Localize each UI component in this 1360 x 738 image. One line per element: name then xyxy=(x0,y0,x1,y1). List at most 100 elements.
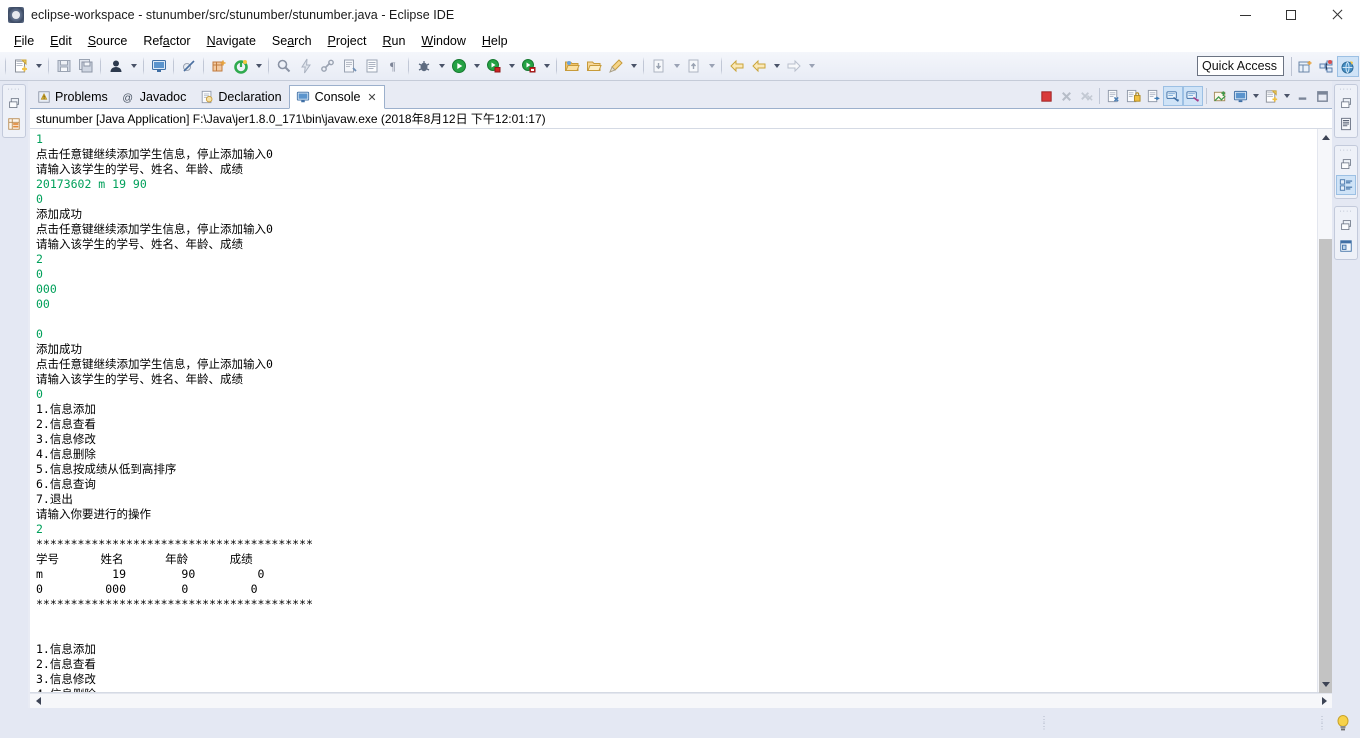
link-icon[interactable] xyxy=(317,55,339,77)
run-coverage-dropdown-icon[interactable] xyxy=(505,55,518,77)
clear-console-icon[interactable] xyxy=(1103,86,1123,106)
save-all-icon[interactable] xyxy=(75,55,97,77)
remove-launch-icon[interactable] xyxy=(1056,86,1076,106)
display-selected-console-icon[interactable] xyxy=(1230,86,1250,106)
console-vertical-scrollbar[interactable] xyxy=(1317,129,1333,719)
scroll-up-arrow-icon[interactable] xyxy=(1318,129,1333,145)
templates-icon[interactable] xyxy=(1336,236,1356,256)
minimize-button[interactable] xyxy=(1222,0,1268,30)
debug-icon[interactable] xyxy=(413,55,435,77)
show-console-on-output-icon[interactable] xyxy=(1163,86,1183,106)
console-line: 请输入该学生的学号、姓名、年龄、成绩 xyxy=(36,162,243,176)
run-dropdown-icon[interactable] xyxy=(470,55,483,77)
toggle-mark-occurrences-icon[interactable] xyxy=(361,55,383,77)
outline-minimized[interactable]: ···· xyxy=(1334,84,1358,138)
close-button[interactable] xyxy=(1314,0,1360,30)
profile-icon[interactable] xyxy=(518,55,540,77)
java-ee-perspective-icon[interactable] xyxy=(1337,56,1359,77)
external-tools-icon[interactable] xyxy=(339,55,361,77)
menu-refactor[interactable]: Refactor xyxy=(135,32,198,50)
export-dropdown-icon[interactable] xyxy=(705,55,718,77)
back-dropdown-icon[interactable] xyxy=(770,55,783,77)
task-list-icon[interactable] xyxy=(1336,175,1356,195)
menu-navigate[interactable]: Navigate xyxy=(199,32,264,50)
console-view-icon[interactable] xyxy=(148,55,170,77)
menu-run[interactable]: Run xyxy=(374,32,413,50)
back-arrow-icon[interactable] xyxy=(726,55,748,77)
search-icon[interactable] xyxy=(273,55,295,77)
templates-minimized[interactable]: ···· xyxy=(1334,206,1358,260)
package-explorer-minimized[interactable]: ···· xyxy=(2,84,26,138)
pilcrow-icon[interactable]: ¶ xyxy=(383,55,405,77)
menu-edit[interactable]: Edit xyxy=(42,32,80,50)
tab-javadoc[interactable]: @ Javadoc xyxy=(115,85,194,108)
menu-project[interactable]: Project xyxy=(320,32,375,50)
scroll-left-arrow-icon[interactable] xyxy=(30,694,46,709)
open-folder-icon[interactable] xyxy=(561,55,583,77)
close-icon[interactable]: ✕ xyxy=(366,91,377,104)
debug-dropdown-icon[interactable] xyxy=(435,55,448,77)
menu-source[interactable]: Source xyxy=(80,32,136,50)
open-console-icon[interactable] xyxy=(1261,86,1281,106)
lightbulb-icon[interactable] xyxy=(1334,713,1352,733)
console-text[interactable]: 1 点击任意键继续添加学生信息，停止添加输入0 请输入该学生的学号、姓名、年龄、成绩… xyxy=(30,129,1317,692)
person-icon[interactable] xyxy=(105,55,127,77)
person-dropdown-icon[interactable] xyxy=(127,55,140,77)
paintbrush-dropdown-icon[interactable] xyxy=(627,55,640,77)
task-list-minimized[interactable]: ···· xyxy=(1334,145,1358,199)
lightning-icon[interactable] xyxy=(295,55,317,77)
open-console-dropdown-icon[interactable] xyxy=(1281,86,1292,106)
forward-arrow-icon[interactable] xyxy=(783,55,805,77)
show-console-on-error-icon[interactable] xyxy=(1183,86,1203,106)
toolbar-separator xyxy=(556,57,558,75)
coverage-dropdown-icon[interactable] xyxy=(252,55,265,77)
maximize-icon[interactable] xyxy=(1312,86,1332,106)
menu-help[interactable]: Help xyxy=(474,32,516,50)
quick-access-input[interactable]: Quick Access xyxy=(1197,56,1284,76)
skip-breakpoints-icon[interactable] xyxy=(178,55,200,77)
toolbar-separator xyxy=(721,57,723,75)
import-dropdown-icon[interactable] xyxy=(670,55,683,77)
open-perspective-icon[interactable] xyxy=(1294,56,1316,77)
remove-all-terminated-icon[interactable] xyxy=(1076,86,1096,106)
terminate-icon[interactable] xyxy=(1036,86,1056,106)
scroll-down-arrow-icon[interactable] xyxy=(1318,676,1333,692)
folder-icon[interactable] xyxy=(583,55,605,77)
java-perspective-icon[interactable] xyxy=(1315,56,1337,77)
tab-console[interactable]: Console ✕ xyxy=(288,85,386,109)
restore-icon[interactable] xyxy=(1336,215,1356,235)
run-coverage-icon[interactable] xyxy=(483,55,505,77)
previous-arrow-icon[interactable] xyxy=(748,55,770,77)
maximize-button[interactable] xyxy=(1268,0,1314,30)
tab-declaration[interactable]: Declaration xyxy=(193,85,288,108)
restore-icon[interactable] xyxy=(1336,93,1356,113)
minimize-icon[interactable] xyxy=(1292,86,1312,106)
scroll-right-arrow-icon[interactable] xyxy=(1316,694,1332,709)
run-icon[interactable] xyxy=(448,55,470,77)
restore-icon[interactable] xyxy=(4,93,24,113)
word-wrap-icon[interactable] xyxy=(1143,86,1163,106)
vertical-scroll-thumb[interactable] xyxy=(1319,239,1332,719)
menu-window[interactable]: Window xyxy=(413,32,473,50)
restore-icon[interactable] xyxy=(1336,154,1356,174)
save-icon[interactable] xyxy=(53,55,75,77)
coverage-icon[interactable] xyxy=(230,55,252,77)
forward-dropdown-icon[interactable] xyxy=(805,55,818,77)
new-java-package-icon[interactable] xyxy=(208,55,230,77)
menu-search[interactable]: Search xyxy=(264,32,320,50)
document-outline-icon[interactable] xyxy=(1336,114,1356,134)
display-console-dropdown-icon[interactable] xyxy=(1250,86,1261,106)
menu-file[interactable]: File xyxy=(6,32,42,50)
scroll-lock-icon[interactable] xyxy=(1123,86,1143,106)
profile-dropdown-icon[interactable] xyxy=(540,55,553,77)
console-output-area[interactable]: 1 点击任意键继续添加学生信息，停止添加输入0 请输入该学生的学号、姓名、年龄、成绩… xyxy=(30,129,1333,719)
new-wizard-dropdown-icon[interactable] xyxy=(32,55,45,77)
export-icon[interactable] xyxy=(683,55,705,77)
new-wizard-icon[interactable] xyxy=(10,55,32,77)
console-horizontal-scrollbar[interactable] xyxy=(30,693,1332,708)
tab-problems[interactable]: Problems xyxy=(30,85,115,108)
paintbrush-icon[interactable] xyxy=(605,55,627,77)
package-explorer-icon[interactable] xyxy=(4,114,24,134)
pin-console-icon[interactable] xyxy=(1210,86,1230,106)
import-icon[interactable] xyxy=(648,55,670,77)
